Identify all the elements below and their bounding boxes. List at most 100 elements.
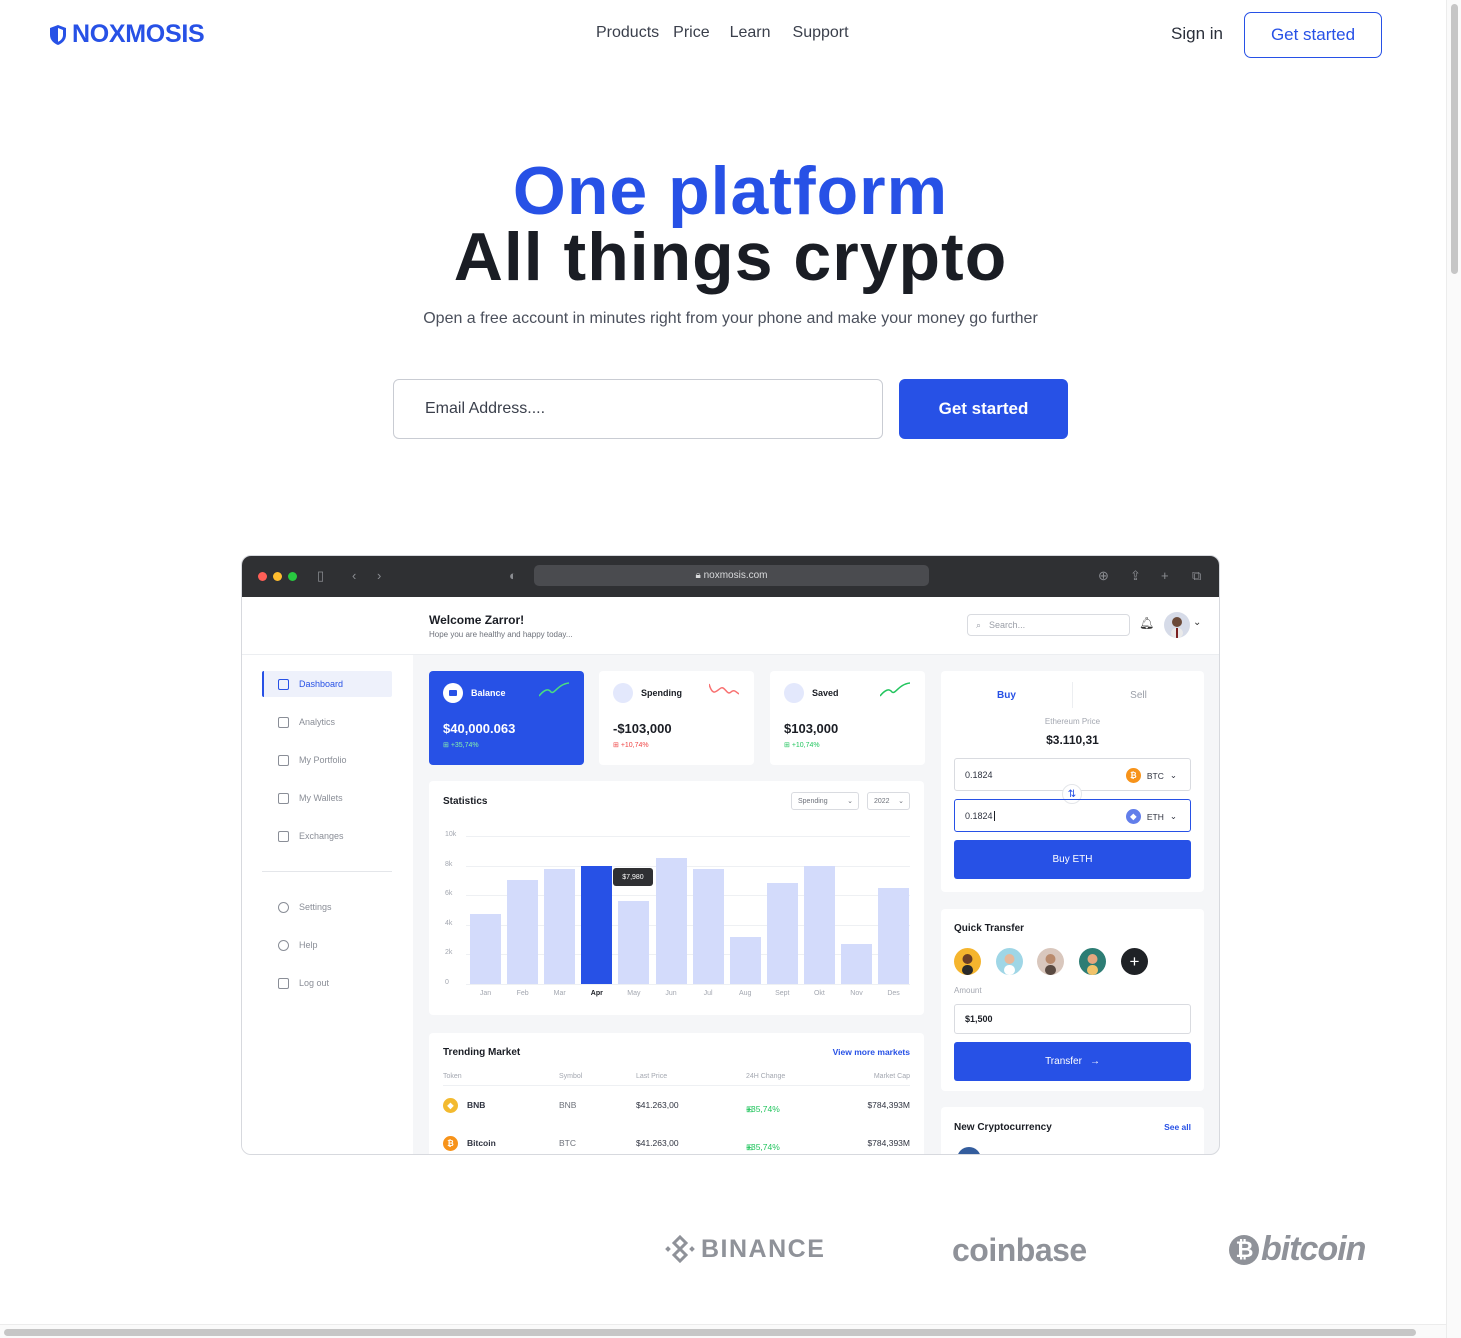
binance-logo: BINANCE <box>665 1234 825 1264</box>
arrow-right-icon: → <box>1089 1056 1100 1067</box>
sidebar-item-settings[interactable]: Settings <box>262 894 392 920</box>
welcome-title: Welcome Zarror! <box>429 613 525 627</box>
sidebar-item-logout[interactable]: Log out <box>262 970 392 996</box>
new-tab-icon: + <box>1161 568 1169 583</box>
token-change-value: +35,74% <box>746 1104 780 1114</box>
horizontal-scrollbar[interactable] <box>0 1324 1446 1338</box>
token-price: $41.263,00 <box>636 1100 679 1110</box>
chart-bar-jul[interactable] <box>692 868 724 984</box>
tab-sell[interactable]: Sell <box>1073 690 1204 701</box>
to-amount-field[interactable]: 0.1824 ◆ ETH ⌄ <box>954 799 1191 832</box>
header-get-started-button[interactable]: Get started <box>1244 12 1382 58</box>
chart-bar-jun[interactable] <box>655 858 687 984</box>
sidebar-item-wallets[interactable]: My Wallets <box>262 785 392 811</box>
email-input[interactable] <box>393 379 883 439</box>
arrow-up-icon: ⊞ <box>784 742 792 749</box>
chart-bar-sept[interactable] <box>766 883 798 984</box>
dashboard-sidebar: Dashboard Analytics My Portfolio My Wall… <box>242 655 413 1154</box>
view-more-markets-link[interactable]: View more markets <box>833 1047 910 1057</box>
chart-bar-okt[interactable] <box>803 865 835 984</box>
balance-card[interactable]: Balance $40,000.063 ⊞ +35,74% <box>429 671 584 765</box>
type-select[interactable]: Spending ⌄ <box>791 792 859 810</box>
contact-avatar[interactable] <box>1079 948 1106 975</box>
token-name: Bitcoin <box>467 1138 496 1148</box>
see-all-link[interactable]: See all <box>1164 1122 1191 1132</box>
statistics-title: Statistics <box>443 796 488 807</box>
y-tick-label: 8k <box>445 860 453 868</box>
chart-bar-feb[interactable] <box>507 880 539 984</box>
hero-get-started-button[interactable]: Get started <box>899 379 1068 439</box>
chart-bar-jan[interactable] <box>470 914 501 984</box>
sidebar-item-exchanges[interactable]: Exchanges <box>262 823 392 849</box>
minimize-dot <box>273 572 282 581</box>
dashboard-topbar: Welcome Zarror! Hope you are healthy and… <box>242 597 1219 655</box>
nav-products[interactable]: Products <box>596 24 659 42</box>
vertical-scroll-thumb[interactable] <box>1451 4 1458 274</box>
chart-bar-nov[interactable] <box>841 944 872 984</box>
sign-in-link[interactable]: Sign in <box>1171 24 1223 44</box>
x-tick-label: Mar <box>553 990 566 997</box>
card-change-value: +35,74% <box>450 742 479 749</box>
user-avatar[interactable] <box>1164 612 1190 638</box>
contact-avatar[interactable] <box>996 948 1023 975</box>
contact-avatar[interactable] <box>954 948 981 975</box>
dashboard-search-input[interactable]: ⌕ Search... <box>967 614 1130 636</box>
sidebar-item-help[interactable]: Help <box>262 932 392 958</box>
sidebar-item-label: Analytics <box>299 717 336 727</box>
contact-avatar[interactable] <box>1037 948 1064 975</box>
vertical-scrollbar[interactable] <box>1446 0 1461 1338</box>
close-dot <box>258 572 267 581</box>
chart-bar-aug[interactable] <box>729 936 761 984</box>
spending-card[interactable]: Spending -$103,000 ⊞ +10,74% <box>599 671 754 765</box>
sidebar-item-dashboard[interactable]: Dashboard <box>262 671 392 697</box>
year-select[interactable]: 2022 ⌄ <box>867 792 910 810</box>
hero-subtitle: Open a free account in minutes right fro… <box>423 310 1038 327</box>
chevron-down-icon[interactable]: ⌄ <box>1193 617 1201 628</box>
card-value: $40,000.063 <box>443 721 516 736</box>
amount-field[interactable]: $1,500 <box>954 1004 1191 1034</box>
nav-learn[interactable]: Learn <box>730 24 771 42</box>
from-currency-select[interactable]: ₿ BTC ⌄ <box>1125 768 1177 783</box>
tab-buy[interactable]: Buy <box>941 690 1072 701</box>
saved-card[interactable]: Saved $103,000 ⊞ +10,74% <box>770 671 925 765</box>
add-contact-icon[interactable]: + <box>1121 948 1148 975</box>
sidebar-item-analytics[interactable]: Analytics <box>262 709 392 735</box>
home-icon <box>278 678 289 690</box>
binance-wordmark: BINANCE <box>701 1234 826 1263</box>
sidebar-divider <box>262 871 392 872</box>
horizontal-scroll-thumb[interactable] <box>4 1329 1416 1336</box>
transfer-button[interactable]: Transfer → <box>954 1042 1191 1081</box>
arrow-up-icon: ⊞ <box>443 742 451 749</box>
sidebar-item-portfolio[interactable]: My Portfolio <box>262 747 392 773</box>
price-label: Ethereum Price <box>1044 717 1101 726</box>
to-currency: ETH <box>1146 811 1164 822</box>
new-crypto-title: New Cryptocurrency <box>954 1122 1052 1133</box>
type-select-value: Spending <box>798 797 828 805</box>
nav-price[interactable]: Price <box>673 24 709 42</box>
table-row[interactable]: ◆ BNB BNB $41.263,00 ⊞ +35,74% $784,393M <box>443 1096 910 1116</box>
gear-icon <box>278 901 289 913</box>
table-row[interactable]: ₿ Bitcoin BTC $41.263,00 ⊞ +35,74% $784,3… <box>443 1134 910 1154</box>
trade-card: Buy Sell Ethereum Price $3.110,31 0.1824… <box>941 671 1204 892</box>
chart-bar-apr[interactable] <box>581 865 613 984</box>
transfer-label: Transfer <box>1045 1056 1082 1067</box>
chart-bar-may[interactable] <box>618 901 650 984</box>
litecoin-icon <box>957 1147 981 1154</box>
x-tick-label: Jul <box>703 990 713 997</box>
chart-bar-des[interactable] <box>878 887 910 984</box>
brand-logo[interactable]: NOXMOSIS <box>48 20 205 49</box>
to-currency-select[interactable]: ◆ ETH ⌄ <box>1125 809 1177 824</box>
chevron-down-icon: ⌄ <box>847 798 853 805</box>
card-change-value: +10,74% <box>620 742 649 749</box>
card-change: ⊞ +10,74% <box>784 741 820 749</box>
buy-eth-button[interactable]: Buy ETH <box>954 840 1191 879</box>
notification-bell-icon[interactable]: 🔔︎ <box>1139 616 1154 630</box>
shield-icon <box>50 24 66 45</box>
column-header: Last Price <box>636 1073 668 1080</box>
ethereum-icon: ◆ <box>1125 809 1141 824</box>
quick-transfer-title: Quick Transfer <box>954 923 1025 934</box>
chart-bar-mar[interactable] <box>544 868 576 984</box>
nav-support[interactable]: Support <box>793 24 849 42</box>
card-label: Saved <box>812 688 839 698</box>
sidebar-item-label: Settings <box>299 902 332 912</box>
